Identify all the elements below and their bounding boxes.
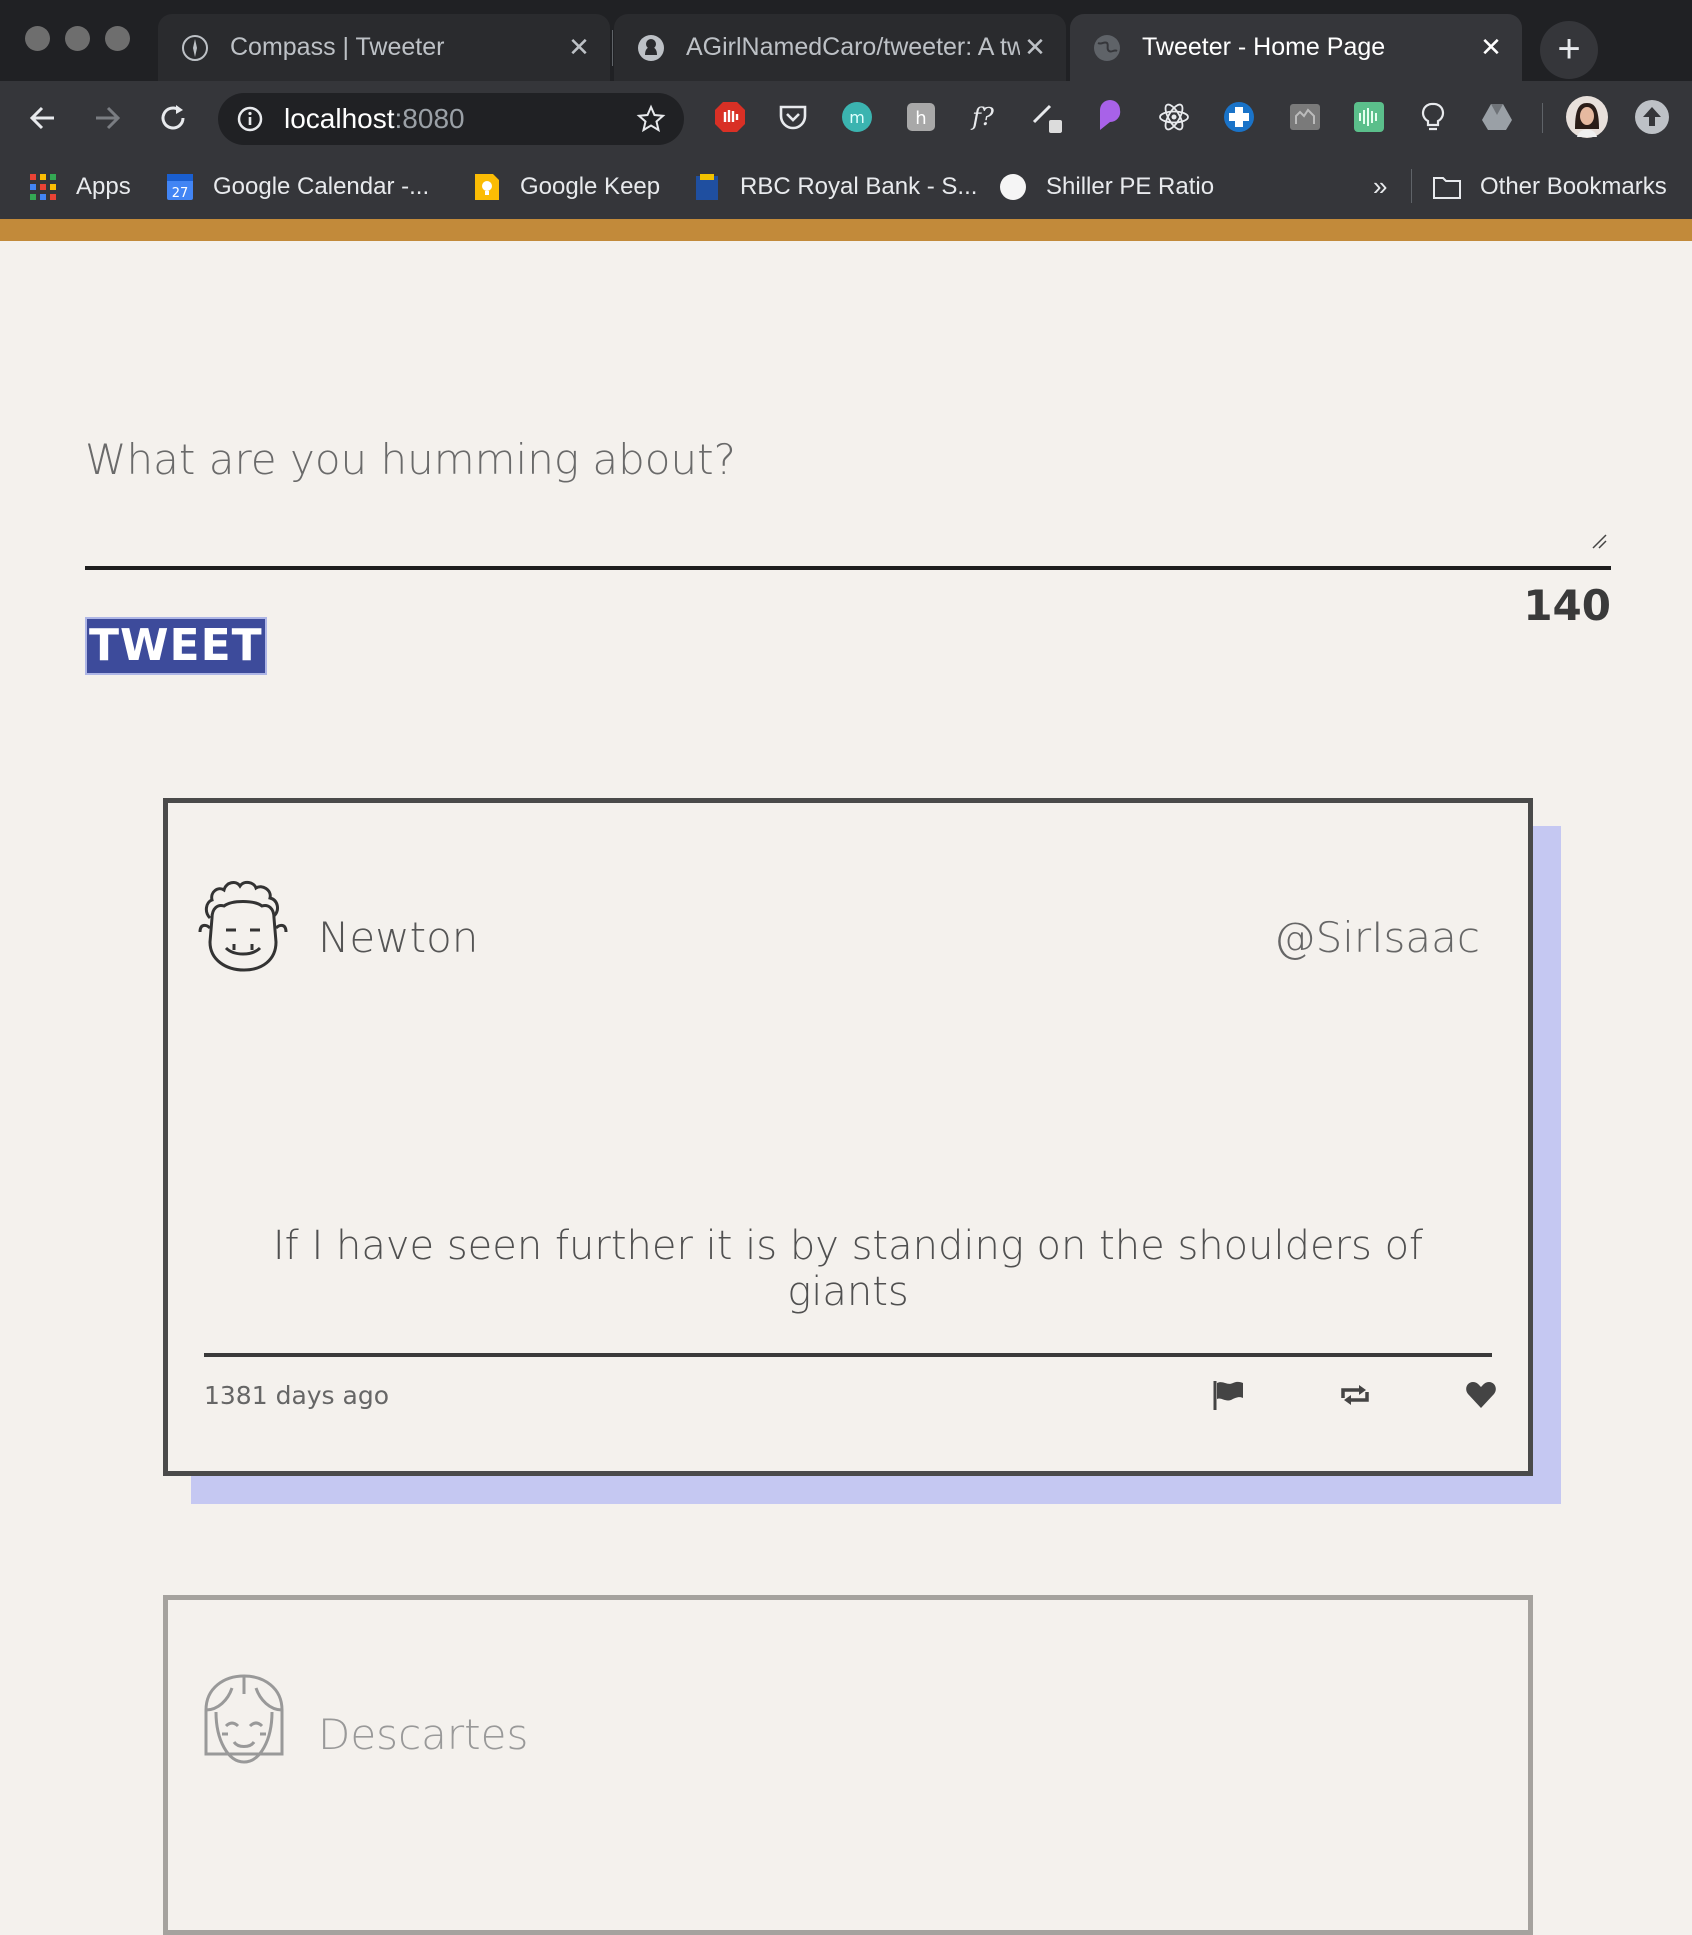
bookmark-label: RBC Royal Bank - S... <box>740 173 978 200</box>
back-arrow-icon[interactable] <box>24 99 62 137</box>
rbc-logo-icon <box>696 174 718 200</box>
author-handle: @SirIsaac <box>1273 913 1480 962</box>
tab-close-icon[interactable]: ✕ <box>1476 32 1506 63</box>
tab-close-icon[interactable]: ✕ <box>564 32 594 63</box>
bookmark-label: Other Bookmarks <box>1480 173 1667 200</box>
profile-avatar[interactable] <box>1565 95 1609 139</box>
bookmark-label: Google Calendar -... <box>213 173 430 200</box>
tweet-card: Descartes <box>163 1595 1533 1935</box>
tab-compass[interactable]: Compass | Tweeter ✕ <box>158 14 610 81</box>
adblock-extension-icon[interactable] <box>713 100 747 134</box>
heart-icon[interactable] <box>1464 1378 1498 1412</box>
bookmark-label: Apps <box>76 173 131 200</box>
newton-avatar <box>198 880 288 972</box>
svg-text:h: h <box>915 108 926 129</box>
bookmark-apps[interactable]: Apps <box>28 167 131 207</box>
svg-text:m: m <box>849 108 865 127</box>
tab-separator <box>612 30 613 66</box>
tweet-button[interactable]: TWEET <box>85 617 267 675</box>
resize-grip-icon[interactable] <box>1591 533 1607 549</box>
address-bar[interactable]: localhost:8080 <box>218 93 684 145</box>
tab-bar: Compass | Tweeter ✕ AGirlNamedCaro/tweet… <box>0 0 1692 81</box>
hypothesis-extension-icon[interactable]: h <box>904 100 938 134</box>
tab-title: Compass | Tweeter <box>230 33 445 61</box>
url-host: localhost <box>284 103 395 134</box>
tab-github[interactable]: AGirlNamedCaro/tweeter: A tw ✕ <box>614 14 1066 81</box>
forward-arrow-icon[interactable] <box>88 99 126 137</box>
bookmark-other-bookmarks[interactable]: Other Bookmarks <box>1432 167 1667 207</box>
bookmarks-separator <box>1411 169 1412 203</box>
camel-extension-icon[interactable] <box>1288 100 1322 134</box>
bookmark-label: Shiller PE Ratio <box>1046 173 1215 200</box>
info-icon[interactable] <box>236 105 264 133</box>
tweet-content: If I have seen further it is by standing… <box>272 1223 1424 1315</box>
lightbulb-extension-icon[interactable] <box>1416 100 1450 134</box>
bookmark-star-icon[interactable] <box>636 104 666 134</box>
globe-favicon-icon <box>1094 34 1120 61</box>
bookmark-shiller-pe[interactable]: Shiller PE Ratio <box>998 167 1214 207</box>
tweet-divider <box>204 1353 1492 1357</box>
medical-cross-extension-icon[interactable] <box>1222 100 1256 134</box>
svg-text:f?: f? <box>970 103 994 131</box>
tab-title: Tweeter - Home Page <box>1142 33 1386 61</box>
momentum-extension-icon[interactable]: m <box>840 100 874 134</box>
google-drive-icon[interactable] <box>1480 100 1514 134</box>
reload-icon[interactable] <box>154 99 192 137</box>
pocket-extension-icon[interactable] <box>776 100 810 134</box>
soundwave-extension-icon[interactable] <box>1352 100 1386 134</box>
tab-close-icon[interactable]: ✕ <box>1020 32 1050 63</box>
character-counter: 140 <box>1523 581 1611 630</box>
author-name: Newton <box>318 913 479 962</box>
react-devtools-icon[interactable] <box>1157 100 1191 134</box>
toolbar-separator <box>1542 103 1543 133</box>
calendar-icon: 27 <box>167 174 193 201</box>
page-header-accent-strip <box>0 219 1692 241</box>
folder-icon <box>1433 177 1461 199</box>
whatfont-extension-icon[interactable]: f? <box>966 100 1000 134</box>
tweet-timestamp: 1381 days ago <box>204 1381 390 1410</box>
url-port: :8080 <box>394 103 465 134</box>
tab-tweeter-home[interactable]: Tweeter - Home Page ✕ <box>1070 14 1522 81</box>
new-tweet-form: 140 TWEET <box>85 405 1611 675</box>
bookmark-google-calendar[interactable]: 27 Google Calendar -... <box>165 167 429 207</box>
flag-icon[interactable] <box>1211 1378 1245 1412</box>
tweet-text-input[interactable] <box>85 405 1611 570</box>
eyedropper-extension-icon[interactable] <box>1030 100 1064 134</box>
calendar-day: 27 <box>172 186 189 201</box>
bookmark-label: Google Keep <box>520 173 661 200</box>
apps-grid-icon <box>30 174 56 200</box>
tweet-card: Newton @SirIsaac If I have seen further … <box>163 798 1533 1476</box>
lastpass-extension-icon[interactable] <box>1094 100 1128 134</box>
url-text: localhost:8080 <box>284 103 465 135</box>
descartes-avatar <box>204 1674 284 1764</box>
retweet-icon[interactable] <box>1338 1378 1372 1412</box>
new-tab-button[interactable]: + <box>1540 21 1598 79</box>
keep-lightbulb-icon <box>475 174 499 200</box>
compass-favicon-icon <box>182 34 208 61</box>
window-minimize-dot[interactable] <box>65 26 90 51</box>
tab-title: AGirlNamedCaro/tweeter: A tw <box>686 33 1020 61</box>
bookmarks-overflow-chevron-icon[interactable]: » <box>1373 171 1387 202</box>
bookmarks-bar: Apps 27 Google Calendar -... Google Keep… <box>0 155 1692 219</box>
window-zoom-dot[interactable] <box>105 26 130 51</box>
bookmark-google-keep[interactable]: Google Keep <box>472 167 660 207</box>
white-circle-icon <box>1000 174 1026 200</box>
browser-toolbar: localhost:8080 m h f? <box>0 81 1692 155</box>
window-close-dot[interactable] <box>25 26 50 51</box>
github-favicon-icon <box>638 34 664 61</box>
author-name: Descartes <box>318 1710 529 1759</box>
bookmark-rbc[interactable]: RBC Royal Bank - S... <box>692 167 977 207</box>
update-arrow-icon[interactable] <box>1634 99 1670 135</box>
